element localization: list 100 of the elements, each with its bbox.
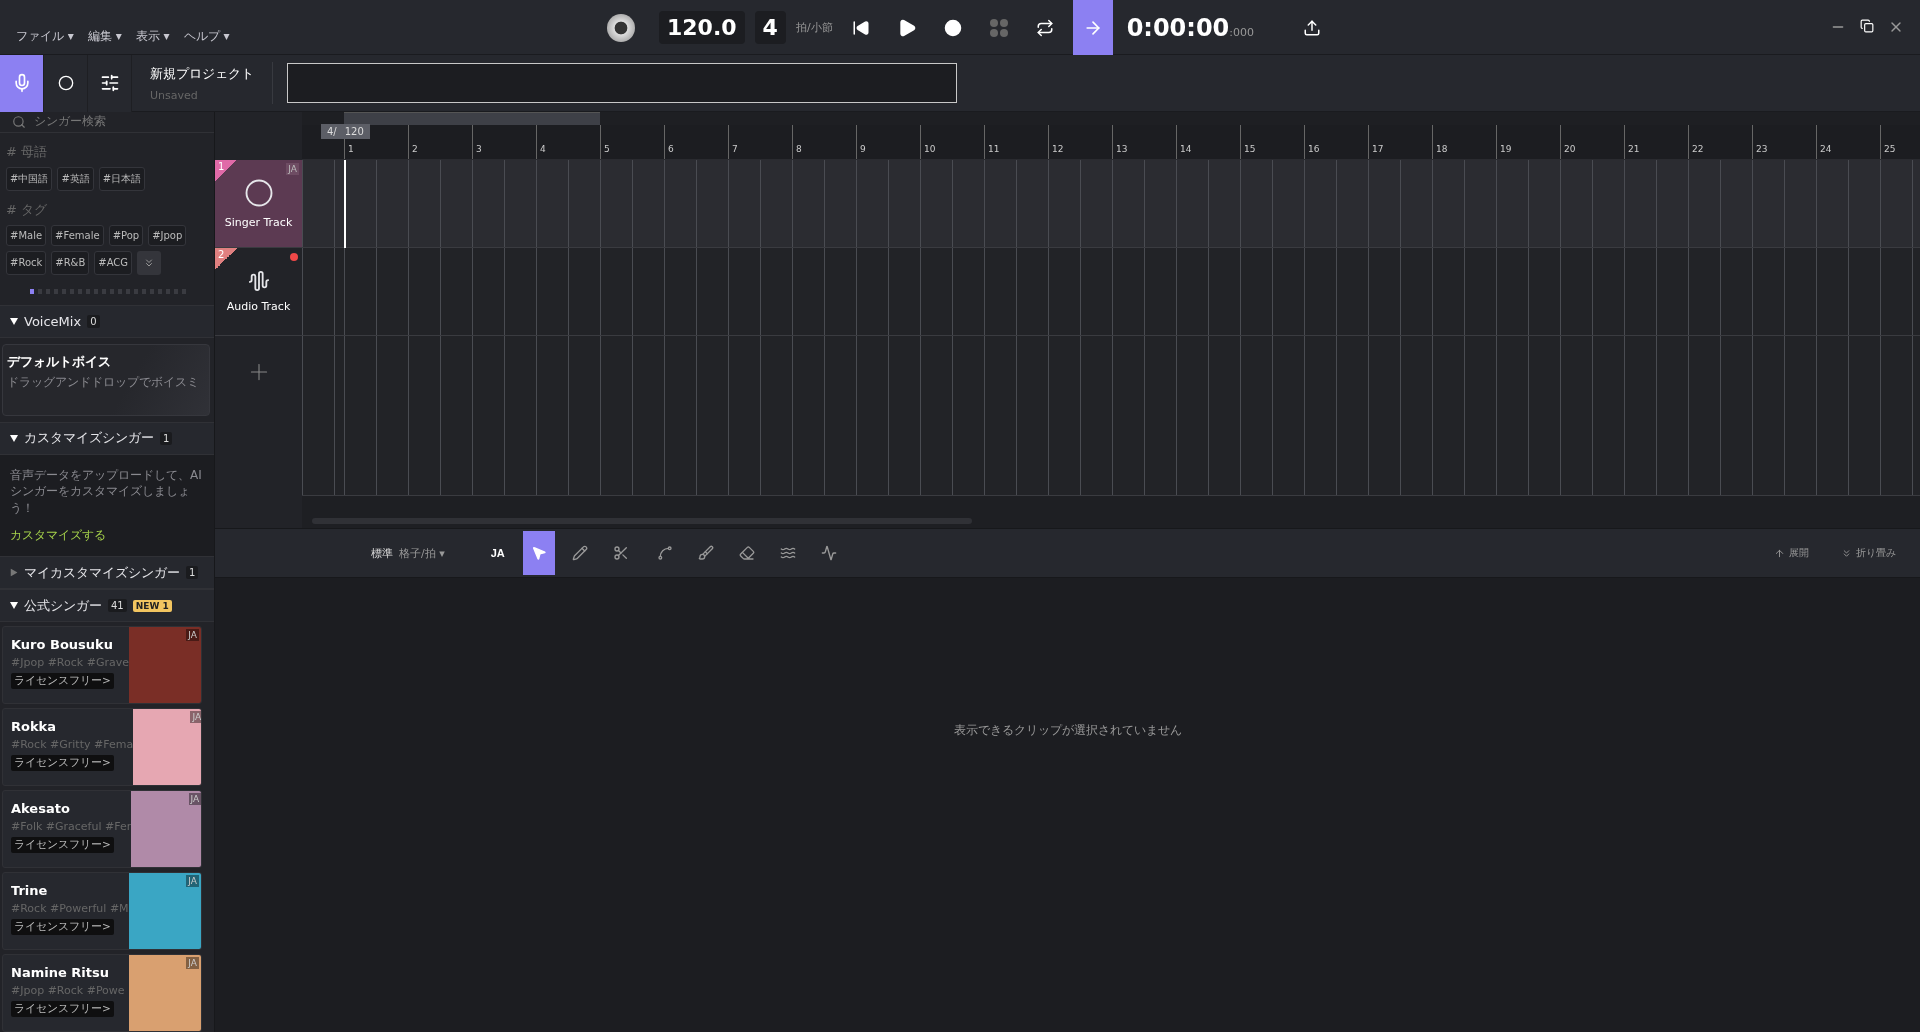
bar-number: 18 xyxy=(1432,125,1496,159)
tempo-field[interactable]: 120.0 xyxy=(659,11,745,44)
tag-chip[interactable]: #Female xyxy=(51,224,104,246)
bar-number: 4 xyxy=(536,125,600,159)
curve-icon xyxy=(656,545,673,561)
bar-number: 8 xyxy=(792,125,856,159)
track-header[interactable]: 1 JA Singer Track xyxy=(215,160,302,248)
singer-tags: #Folk #Graceful #Fer xyxy=(11,820,132,833)
save-status: Unsaved xyxy=(150,88,199,102)
tag-heading: # タグ xyxy=(6,200,49,219)
time-milliseconds: :000 xyxy=(1229,25,1255,39)
language-badge: JA xyxy=(286,163,299,175)
search-icon xyxy=(12,114,26,129)
singer-card[interactable]: Trine #Rock #Powerful #M ライセンスフリー> JA xyxy=(2,872,202,950)
follow-button[interactable] xyxy=(1072,0,1113,55)
count-badge: 41 xyxy=(108,599,127,612)
singer-name: Kuro Bousuku xyxy=(11,637,114,652)
microphone-tab[interactable] xyxy=(0,54,44,112)
beats-field[interactable]: 4 xyxy=(754,11,786,44)
beats-unit: 拍/小節 xyxy=(795,20,833,35)
tag-chip[interactable]: #Pop xyxy=(108,224,144,246)
section-header[interactable]: VoiceMix 0 xyxy=(0,304,214,338)
project-name: 新規プロジェクト xyxy=(150,64,254,83)
language-tag[interactable]: #英語 xyxy=(57,166,94,191)
section-header[interactable]: マイカスタマイズシンガー 1 xyxy=(0,556,214,589)
track-header[interactable]: 2 Audio Track xyxy=(215,248,302,336)
section-header[interactable]: カスタマイズシンガー 1 xyxy=(0,421,214,455)
singer-card[interactable]: Namine Ritsu #Jpop #Rock #Powe ライセンスフリー> JA xyxy=(2,954,202,1032)
tempo-marker[interactable]: 4/ 120 xyxy=(321,124,370,139)
section-title: カスタマイズシンガー xyxy=(24,429,154,448)
record-dot-icon[interactable] xyxy=(290,253,298,261)
expand-button[interactable]: 展開 xyxy=(1768,545,1815,561)
license-label: ライセンスフリー> xyxy=(11,673,114,689)
track-number: 2 xyxy=(215,248,237,270)
language-badge: JA xyxy=(186,957,199,969)
bar-number: 15 xyxy=(1240,125,1304,159)
bar-number: 5 xyxy=(600,125,664,159)
menu-item[interactable]: ファイル ▾ xyxy=(16,27,74,45)
section-header[interactable]: 公式シンガー 41 NEW 1 xyxy=(0,589,214,622)
pointer-tool[interactable] xyxy=(522,531,555,575)
license-label: ライセンスフリー> xyxy=(11,837,114,853)
section-title: VoiceMix xyxy=(24,313,82,329)
avatar-tab[interactable] xyxy=(44,54,88,112)
menu-item[interactable]: 表示 ▾ xyxy=(135,27,170,45)
language-badge: JA xyxy=(186,629,199,641)
new-badge: NEW 1 xyxy=(132,599,172,612)
singer-card[interactable]: Kuro Bousuku #Jpop #Rock #Grave ライセンスフリー> JA xyxy=(2,626,202,704)
tag-chip[interactable]: #R&B xyxy=(51,250,90,275)
waveform-icon xyxy=(247,270,270,292)
avatar-icon[interactable] xyxy=(607,13,635,42)
circle-icon xyxy=(57,75,74,91)
grid-dropdown[interactable]: 標準 格子/拍 ▾ xyxy=(365,544,451,562)
singer-card[interactable]: Rokka #Rock #Gritty #Fema ライセンスフリー> JA xyxy=(2,708,202,786)
language-heading: # 母語 xyxy=(6,142,49,161)
scissors-icon xyxy=(612,545,629,561)
voice-card[interactable]: デフォルトボイス ドラッグアンドドロップでボイスミ xyxy=(2,343,210,416)
count-badge: 0 xyxy=(87,314,100,328)
language-badge: JA xyxy=(186,875,199,887)
caret-icon xyxy=(10,434,18,442)
singer-tags: #Rock #Powerful #M xyxy=(11,902,129,915)
customize-link[interactable]: カスタマイズする xyxy=(10,527,204,544)
language-button[interactable]: JA xyxy=(480,531,515,575)
dots-icon xyxy=(988,17,1009,38)
singer-tags: #Rock #Gritty #Fema xyxy=(11,738,134,751)
bar-number: 10 xyxy=(920,125,984,159)
tag-chip[interactable]: #ACG xyxy=(94,250,133,275)
section-title: マイカスタマイズシンガー xyxy=(24,563,180,582)
language-tag[interactable]: #日本語 xyxy=(98,166,146,191)
bar-number: 12 xyxy=(1048,125,1112,159)
custom-description: 音声データをアップロードして、AIシンガーをカスタマイズしましょう！ xyxy=(10,466,203,517)
skip-back-icon xyxy=(851,18,870,37)
tag-chip[interactable]: #Jpop xyxy=(148,224,187,246)
sliders-tab[interactable] xyxy=(88,54,132,112)
track-number: 1 xyxy=(215,160,237,182)
expand-tags-button[interactable] xyxy=(137,250,162,275)
singer-name: Akesato xyxy=(11,801,71,816)
menu-item[interactable]: ヘルプ ▾ xyxy=(183,27,230,45)
collapse-button[interactable]: 折り畳み xyxy=(1835,545,1902,561)
language-tag[interactable]: #中国語 xyxy=(6,166,53,191)
search-field[interactable]: シンガー検索 xyxy=(0,112,214,133)
restore-icon[interactable] xyxy=(1860,19,1874,33)
count-badge: 1 xyxy=(186,566,199,579)
license-label: ライセンスフリー> xyxy=(11,755,114,771)
caret-icon xyxy=(10,317,18,325)
waves-icon xyxy=(779,545,796,561)
caret-icon xyxy=(10,568,18,577)
input-field[interactable] xyxy=(287,63,957,103)
loop-icon xyxy=(1035,18,1054,37)
count-badge: 1 xyxy=(160,431,173,445)
singer-name: Rokka xyxy=(11,719,57,734)
singer-name: Namine Ritsu xyxy=(11,965,110,980)
singer-card[interactable]: Akesato #Folk #Graceful #Fer ライセンスフリー> JA xyxy=(2,790,202,868)
bar-number: 11 xyxy=(984,125,1048,159)
bar-number: 9 xyxy=(856,125,920,159)
menu-item[interactable]: 編集 ▾ xyxy=(87,27,122,45)
empty-message: 表示できるクリップが選択されていません xyxy=(953,721,1182,739)
caret-icon xyxy=(10,602,18,609)
section-title: 公式シンガー xyxy=(24,596,102,615)
tag-chip[interactable]: #Male xyxy=(6,224,47,246)
tag-chip[interactable]: #Rock xyxy=(6,250,47,275)
